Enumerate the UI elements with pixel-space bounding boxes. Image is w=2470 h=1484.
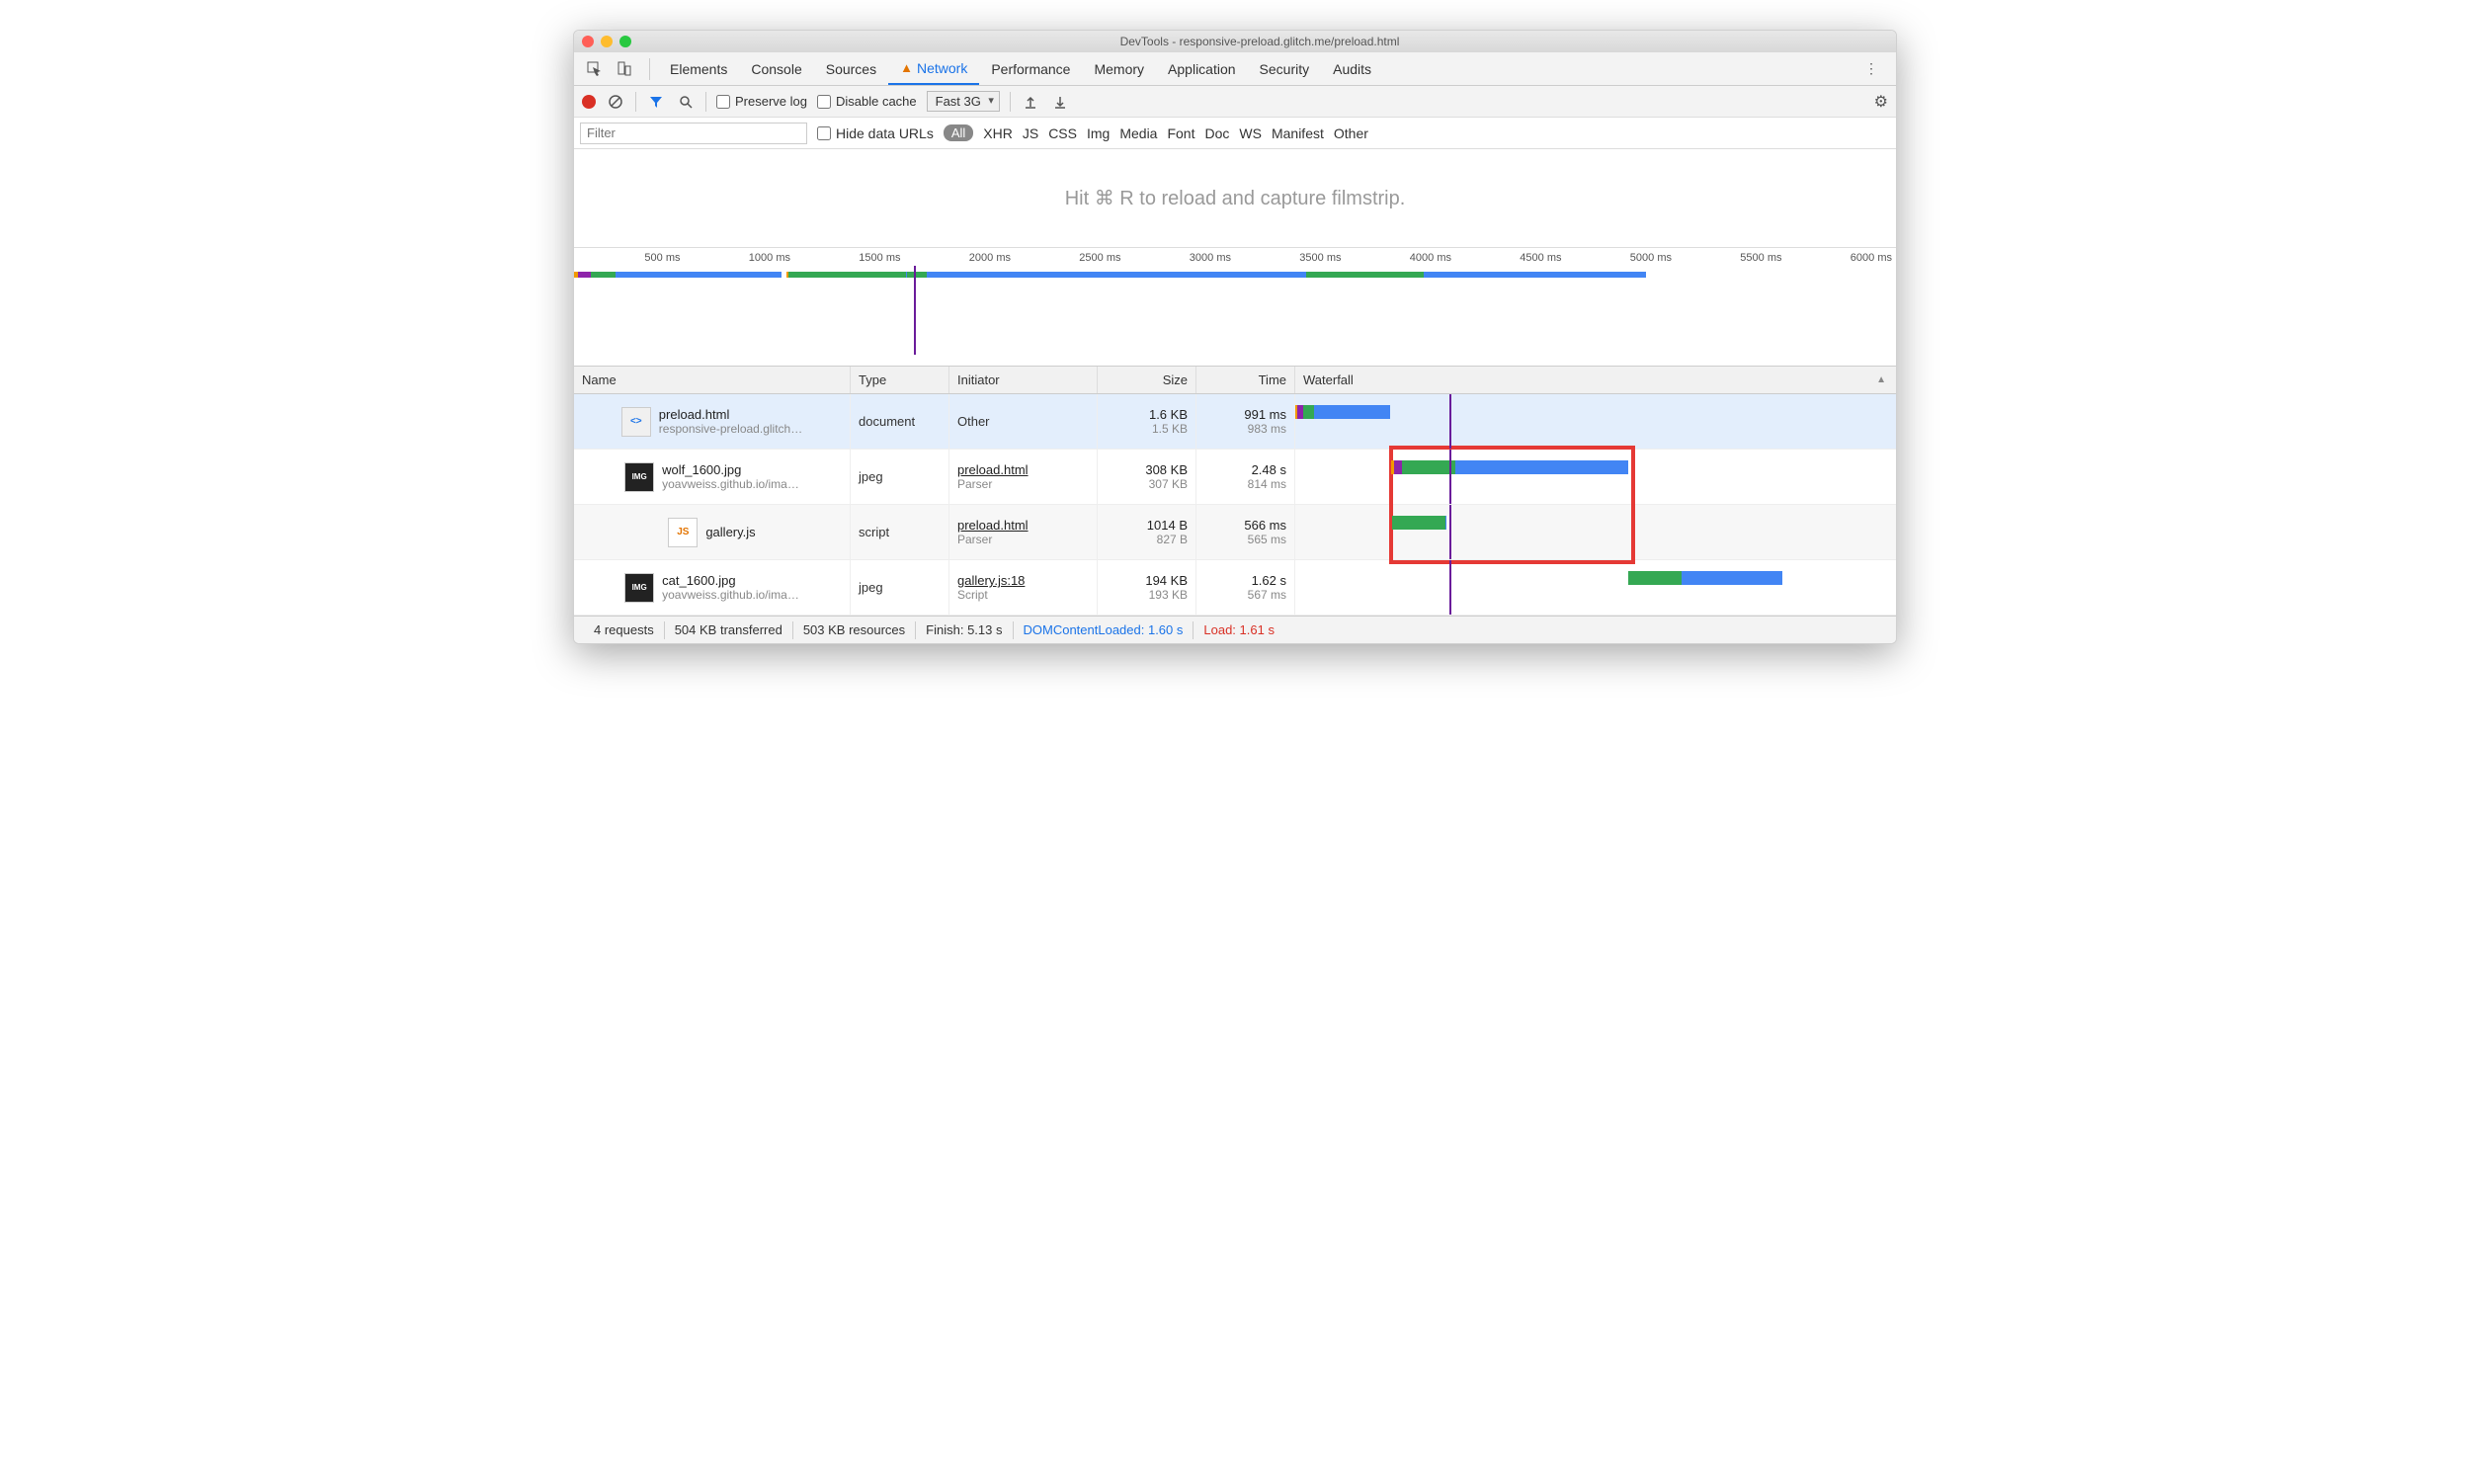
load-marker: [1449, 560, 1451, 615]
traffic-lights: [582, 36, 631, 47]
table-row[interactable]: JSgallery.jsscriptpreload.htmlParser1014…: [574, 505, 1896, 560]
table-header: Name Type Initiator Size Time Waterfall▲: [574, 367, 1896, 394]
clear-icon[interactable]: [606, 95, 625, 109]
upload-har-icon[interactable]: [1021, 95, 1040, 109]
waterfall-cell[interactable]: [1295, 505, 1896, 559]
tab-network[interactable]: ▲Network: [888, 52, 979, 85]
col-name[interactable]: Name: [574, 367, 851, 393]
window-title: DevTools - responsive-preload.glitch.me/…: [631, 35, 1888, 48]
initiator-link[interactable]: preload.html: [957, 462, 1089, 477]
filter-type-xhr[interactable]: XHR: [983, 125, 1013, 141]
filter-type-img[interactable]: Img: [1087, 125, 1110, 141]
minimize-icon[interactable]: [601, 36, 613, 47]
overview-bars: [574, 272, 1896, 278]
tab-audits[interactable]: Audits: [1321, 52, 1383, 85]
status-requests: 4 requests: [584, 622, 664, 637]
tab-security[interactable]: Security: [1248, 52, 1322, 85]
status-transferred: 504 KB transferred: [665, 622, 792, 637]
timeline-ticks: 500 ms1000 ms1500 ms2000 ms2500 ms3000 m…: [574, 248, 1896, 266]
record-button[interactable]: [582, 95, 596, 109]
titlebar: DevTools - responsive-preload.glitch.me/…: [574, 31, 1896, 52]
search-icon[interactable]: [676, 95, 696, 109]
tab-memory[interactable]: Memory: [1082, 52, 1156, 85]
disable-cache-checkbox[interactable]: Disable cache: [817, 94, 917, 109]
filter-type-other[interactable]: Other: [1334, 125, 1368, 141]
file-icon: <>: [621, 407, 651, 437]
zoom-icon[interactable]: [619, 36, 631, 47]
load-marker: [1449, 450, 1451, 504]
sort-indicator-icon: ▲: [1876, 374, 1886, 385]
tab-application[interactable]: Application: [1156, 52, 1248, 85]
filter-type-ws[interactable]: WS: [1239, 125, 1262, 141]
filter-input[interactable]: [580, 123, 807, 144]
table-row[interactable]: IMGcat_1600.jpgyoavweiss.github.io/ima…j…: [574, 560, 1896, 616]
table-row[interactable]: IMGwolf_1600.jpgyoavweiss.github.io/ima……: [574, 450, 1896, 505]
col-waterfall[interactable]: Waterfall▲: [1295, 367, 1896, 393]
filter-type-doc[interactable]: Doc: [1204, 125, 1229, 141]
filter-type-js[interactable]: JS: [1023, 125, 1038, 141]
kebab-menu-icon[interactable]: ⋮: [1858, 56, 1884, 82]
status-resources: 503 KB resources: [793, 622, 915, 637]
hide-data-urls-checkbox[interactable]: Hide data URLs: [817, 125, 934, 141]
warning-icon: ▲: [900, 60, 913, 75]
waterfall-cell[interactable]: [1295, 560, 1896, 615]
filmstrip-placeholder: Hit ⌘ R to reload and capture filmstrip.: [574, 149, 1896, 248]
request-table: <>preload.htmlresponsive-preload.glitch……: [574, 394, 1896, 616]
load-marker: [1449, 394, 1451, 449]
waterfall-cell[interactable]: [1295, 450, 1896, 504]
download-har-icon[interactable]: [1050, 95, 1070, 109]
separator: [649, 58, 650, 80]
tab-elements[interactable]: Elements: [658, 52, 739, 85]
filter-type-media[interactable]: Media: [1119, 125, 1157, 141]
waterfall-cell[interactable]: [1295, 394, 1896, 449]
load-marker: [1449, 505, 1451, 559]
col-time[interactable]: Time: [1196, 367, 1295, 393]
status-load: Load: 1.61 s: [1194, 622, 1284, 637]
close-icon[interactable]: [582, 36, 594, 47]
filter-bar: Hide data URLs All XHR JS CSS Img Media Font D…: [574, 118, 1896, 149]
filter-type-manifest[interactable]: Manifest: [1272, 125, 1324, 141]
initiator-link[interactable]: preload.html: [957, 518, 1089, 533]
tab-performance[interactable]: Performance: [979, 52, 1082, 85]
file-icon: JS: [668, 518, 698, 547]
initiator-link[interactable]: gallery.js:18: [957, 573, 1089, 588]
status-bar: 4 requests 504 KB transferred 503 KB res…: [574, 616, 1896, 643]
status-dcl: DOMContentLoaded: 1.60 s: [1014, 622, 1194, 637]
file-icon: IMG: [624, 573, 654, 603]
filter-all[interactable]: All: [944, 124, 973, 141]
table-row[interactable]: <>preload.htmlresponsive-preload.glitch……: [574, 394, 1896, 450]
col-initiator[interactable]: Initiator: [949, 367, 1098, 393]
network-toolbar: Preserve log Disable cache Fast 3G ⚙: [574, 86, 1896, 118]
filter-type-font[interactable]: Font: [1167, 125, 1194, 141]
main-tabs: ElementsConsoleSources▲NetworkPerformanc…: [574, 52, 1896, 86]
overview-marker: [914, 266, 916, 355]
col-type[interactable]: Type: [851, 367, 949, 393]
timeline-overview[interactable]: 500 ms1000 ms1500 ms2000 ms2500 ms3000 m…: [574, 248, 1896, 367]
device-toggle-icon[interactable]: [612, 56, 637, 82]
status-finish: Finish: 5.13 s: [916, 622, 1012, 637]
preserve-log-checkbox[interactable]: Preserve log: [716, 94, 807, 109]
tab-console[interactable]: Console: [739, 52, 813, 85]
settings-icon[interactable]: ⚙: [1874, 92, 1888, 112]
col-size[interactable]: Size: [1098, 367, 1196, 393]
tab-sources[interactable]: Sources: [814, 52, 888, 85]
filter-type-css[interactable]: CSS: [1048, 125, 1077, 141]
filter-icon[interactable]: [646, 95, 666, 109]
devtools-window: DevTools - responsive-preload.glitch.me/…: [573, 30, 1897, 644]
throttling-select[interactable]: Fast 3G: [927, 91, 1000, 112]
file-icon: IMG: [624, 462, 654, 492]
inspect-icon[interactable]: [582, 56, 608, 82]
